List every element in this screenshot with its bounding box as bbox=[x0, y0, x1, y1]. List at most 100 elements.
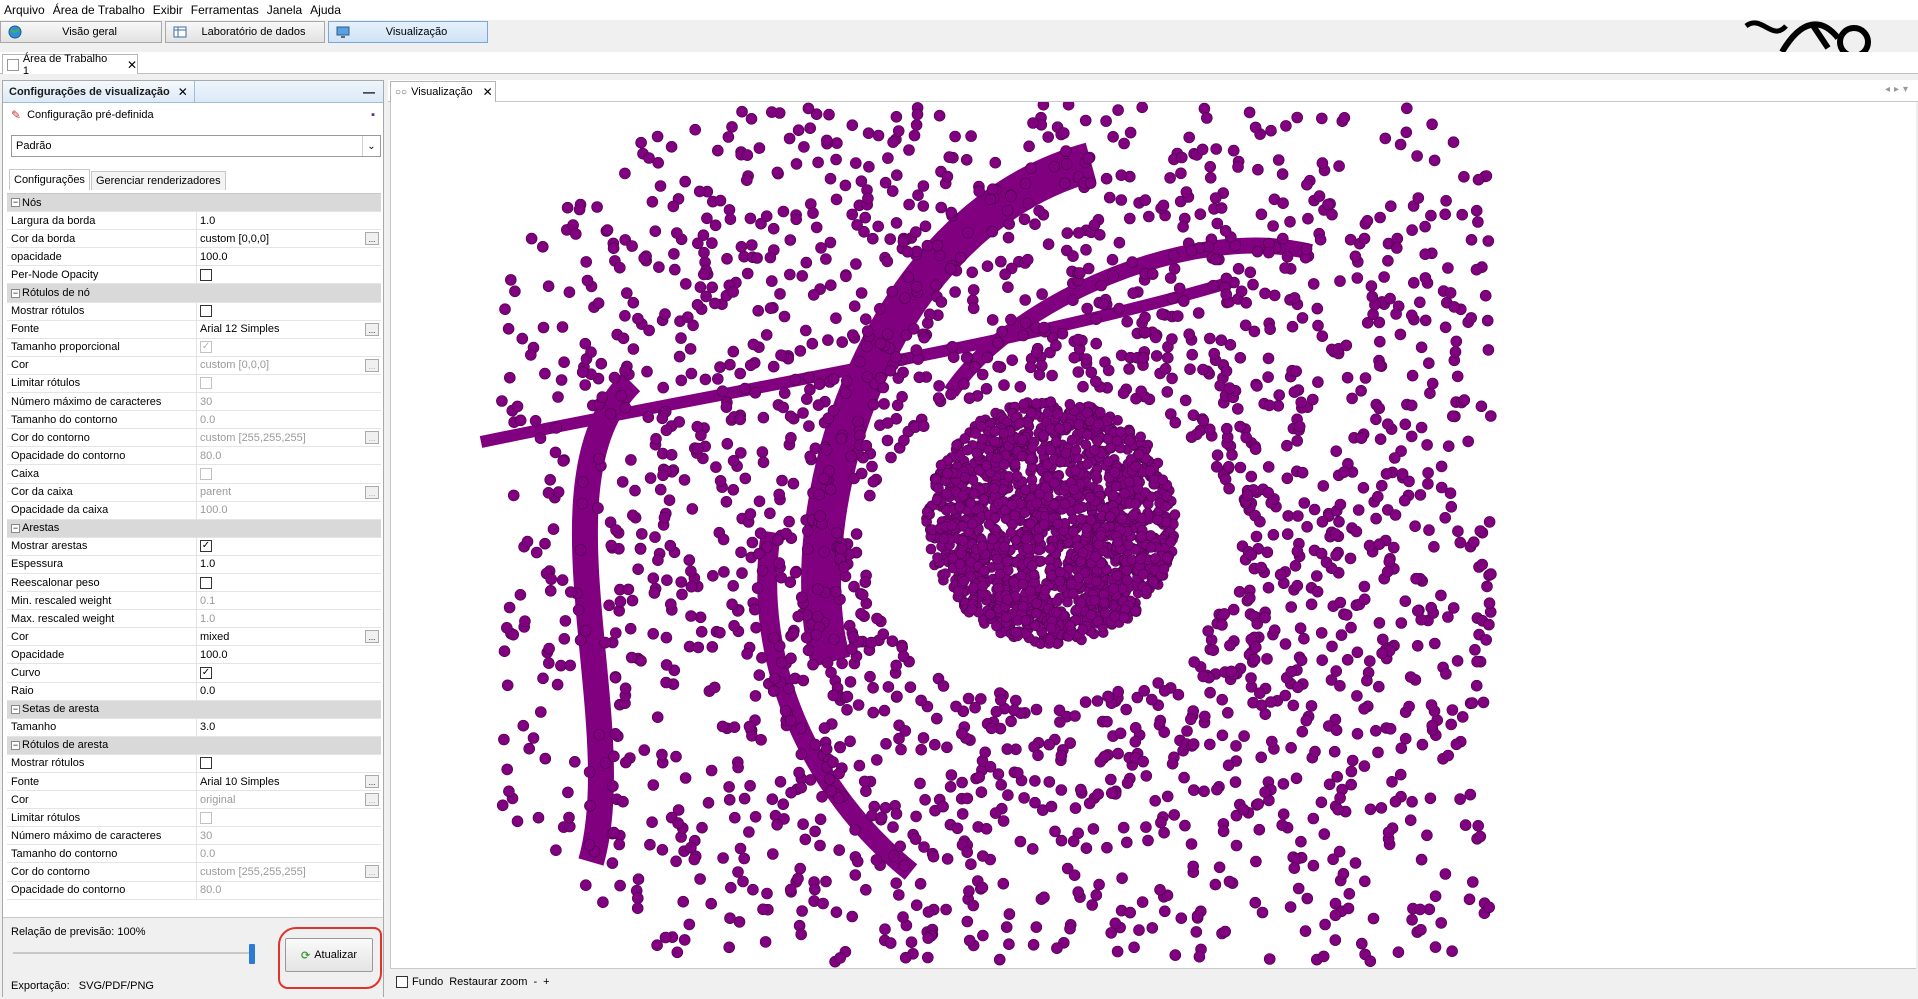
property-value[interactable] bbox=[197, 375, 381, 392]
property-row: Limitar rótulos bbox=[7, 809, 381, 828]
reset-zoom-button[interactable]: Restaurar zoom bbox=[449, 976, 527, 988]
data-lab-button[interactable]: Laboratório de dados bbox=[165, 21, 325, 43]
graph-canvas[interactable] bbox=[390, 98, 1916, 968]
property-row: Largura da borda 1.0 bbox=[7, 212, 381, 231]
ellipsis-button[interactable]: ... bbox=[365, 630, 379, 644]
property-value[interactable] bbox=[197, 465, 381, 482]
property-value[interactable]: 0.0 bbox=[197, 411, 381, 428]
background-checkbox[interactable] bbox=[396, 975, 408, 988]
menu-item[interactable]: Área de Trabalho bbox=[53, 3, 145, 17]
property-value[interactable]: 1.0 bbox=[197, 556, 381, 573]
property-value[interactable]: 100.0 bbox=[197, 502, 381, 519]
property-value[interactable]: 0.1 bbox=[197, 592, 381, 609]
panel-tab[interactable]: Configurações de visualização ✕ bbox=[3, 81, 195, 102]
property-name: Mostrar rótulos bbox=[7, 754, 197, 772]
checkbox[interactable] bbox=[200, 268, 212, 281]
property-value[interactable]: custom [0,0,0]... bbox=[197, 230, 381, 247]
ellipsis-button[interactable]: ... bbox=[365, 232, 379, 246]
close-icon[interactable]: ✕ bbox=[483, 85, 493, 99]
checkbox-checked[interactable]: ✓ bbox=[200, 540, 212, 553]
property-value[interactable]: 1.0 bbox=[197, 610, 381, 627]
property-value[interactable] bbox=[197, 755, 381, 772]
menu-item[interactable]: Janela bbox=[267, 3, 302, 17]
collapse-icon[interactable]: − bbox=[11, 740, 20, 750]
property-category[interactable]: − Nós bbox=[7, 194, 381, 213]
property-value[interactable]: custom [0,0,0]... bbox=[197, 357, 381, 374]
ellipsis-button[interactable]: ... bbox=[365, 322, 379, 336]
menu-item[interactable]: Ferramentas bbox=[191, 3, 259, 17]
checkbox[interactable] bbox=[200, 467, 212, 480]
save-icon[interactable]: ▪ bbox=[371, 109, 375, 121]
property-category[interactable]: − Rótulos de aresta bbox=[7, 736, 381, 755]
collapse-icon[interactable]: − bbox=[11, 198, 20, 208]
minimize-icon[interactable]: — bbox=[363, 85, 375, 99]
property-value[interactable]: 30 bbox=[197, 827, 381, 844]
property-value[interactable]: ✓ bbox=[197, 538, 381, 555]
property-category[interactable]: − Setas de aresta bbox=[7, 700, 381, 719]
close-icon[interactable]: ✕ bbox=[178, 85, 188, 99]
preset-select[interactable]: Padrão ⌄ bbox=[11, 135, 381, 157]
ellipsis-button[interactable]: ... bbox=[365, 431, 379, 445]
collapse-icon[interactable]: − bbox=[11, 523, 20, 533]
collapse-icon[interactable]: − bbox=[11, 288, 20, 298]
property-value[interactable]: original... bbox=[197, 791, 381, 808]
checkbox[interactable] bbox=[200, 576, 212, 589]
preview-ratio-slider[interactable] bbox=[13, 952, 253, 954]
property-value[interactable] bbox=[197, 266, 381, 283]
checkbox[interactable] bbox=[200, 305, 212, 318]
property-value[interactable] bbox=[197, 574, 381, 591]
ellipsis-button[interactable]: ... bbox=[365, 865, 379, 879]
property-value[interactable]: 80.0 bbox=[197, 447, 381, 464]
checkbox[interactable] bbox=[200, 757, 212, 770]
slider-thumb[interactable] bbox=[249, 944, 255, 964]
property-value[interactable]: ✓ bbox=[197, 664, 381, 681]
property-category[interactable]: − Arestas bbox=[7, 519, 381, 538]
property-value[interactable]: 80.0 bbox=[197, 882, 381, 899]
property-value[interactable]: parent... bbox=[197, 484, 381, 501]
property-value[interactable]: custom [255,255,255]... bbox=[197, 863, 381, 880]
ellipsis-button[interactable]: ... bbox=[365, 793, 379, 807]
property-value[interactable]: Arial 12 Simples... bbox=[197, 321, 381, 338]
document-icon bbox=[7, 58, 19, 71]
property-value[interactable]: ✓ bbox=[197, 339, 381, 356]
property-value[interactable]: 30 bbox=[197, 393, 381, 410]
property-category[interactable]: − Rótulos de nó bbox=[7, 284, 381, 303]
overview-button[interactable]: Visão geral bbox=[0, 21, 162, 43]
tab-manage-renderers[interactable]: Gerenciar renderizadores bbox=[90, 171, 226, 190]
zoom-out-button[interactable]: - bbox=[533, 976, 537, 988]
tab-nav-arrows[interactable]: ◂▸▾ bbox=[1885, 84, 1912, 95]
menu-item[interactable]: Arquivo bbox=[4, 3, 45, 17]
property-value[interactable] bbox=[197, 809, 381, 826]
export-formats[interactable]: SVG/PDF/PNG bbox=[79, 980, 154, 992]
checkbox-checked[interactable]: ✓ bbox=[200, 341, 212, 354]
property-value[interactable]: 100.0 bbox=[197, 248, 381, 265]
visualization-button[interactable]: Visualização bbox=[328, 21, 488, 43]
menu-item[interactable]: Exibir bbox=[153, 3, 183, 17]
property-value[interactable]: mixed... bbox=[197, 628, 381, 645]
ellipsis-button[interactable]: ... bbox=[365, 775, 379, 788]
ellipsis-button[interactable]: ... bbox=[365, 485, 379, 499]
property-value[interactable]: 3.0 bbox=[197, 719, 381, 736]
property-name: Opacidade bbox=[7, 646, 197, 664]
property-value[interactable]: 0.0 bbox=[197, 683, 381, 700]
property-value[interactable]: Arial 10 Simples... bbox=[197, 773, 381, 790]
menu-item[interactable]: Ajuda bbox=[310, 3, 341, 17]
property-value[interactable]: 100.0 bbox=[197, 646, 381, 663]
checkbox[interactable] bbox=[200, 377, 212, 390]
chevron-down-icon[interactable]: ⌄ bbox=[362, 136, 380, 156]
zoom-in-button[interactable]: + bbox=[543, 976, 549, 988]
checkbox-checked[interactable]: ✓ bbox=[200, 666, 212, 679]
checkbox[interactable] bbox=[200, 811, 212, 824]
property-value[interactable] bbox=[197, 303, 381, 320]
tab-settings[interactable]: Configurações bbox=[9, 169, 90, 190]
property-row: Cor da caixa parent... bbox=[7, 483, 381, 502]
property-value[interactable]: custom [255,255,255]... bbox=[197, 429, 381, 446]
property-value[interactable]: 0.0 bbox=[197, 845, 381, 862]
property-value[interactable]: 1.0 bbox=[197, 212, 381, 229]
collapse-icon[interactable]: − bbox=[11, 704, 20, 714]
workspace-tab[interactable]: Área de Trabalho 1 ✕ bbox=[2, 53, 138, 77]
ellipsis-button[interactable]: ... bbox=[365, 358, 379, 372]
close-icon[interactable]: ✕ bbox=[127, 58, 137, 72]
property-name: Tamanho do contorno bbox=[7, 845, 197, 863]
visualization-tab[interactable]: ○○ Visualização ✕ bbox=[390, 81, 496, 102]
